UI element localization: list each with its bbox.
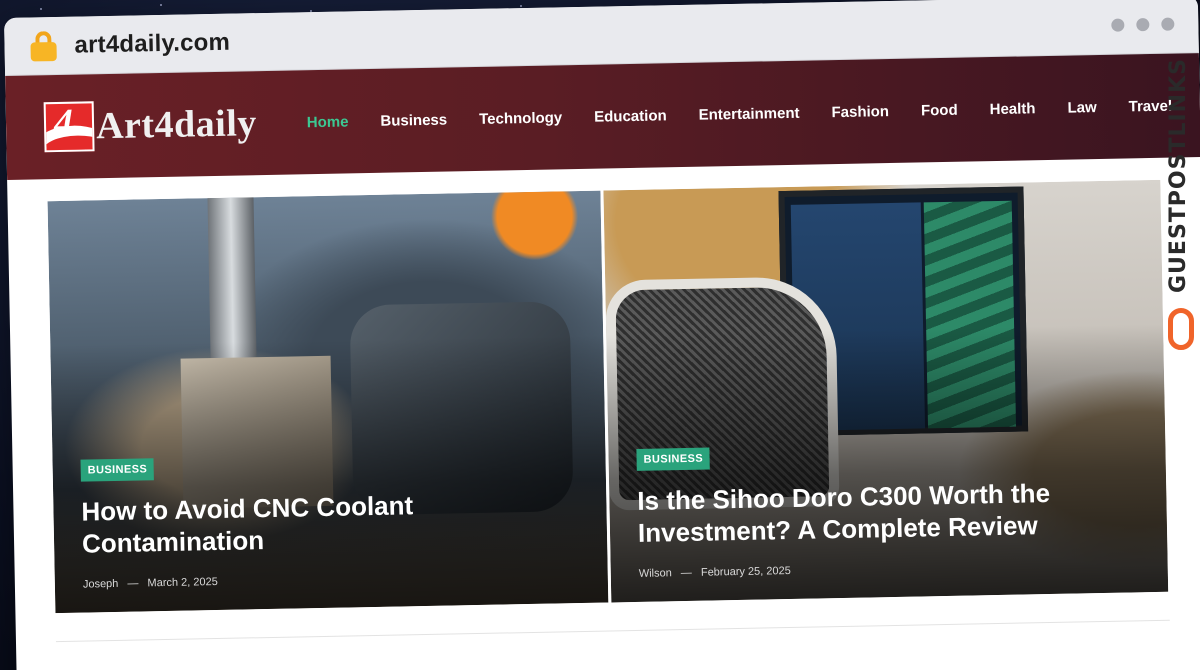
browser-window: art4daily.com 4 Art4daily Home Business … (4, 0, 1200, 670)
main-nav: Home Business Technology Education Enter… (307, 97, 1173, 131)
nav-item-law[interactable]: Law (1067, 99, 1097, 117)
logo-text: Art4daily (95, 102, 258, 148)
nav-item-home[interactable]: Home (307, 113, 349, 131)
logo-mark-icon: 4 (43, 101, 95, 153)
featured-post-card[interactable]: BUSINESS How to Avoid CNC Coolant Contam… (47, 190, 609, 614)
category-badge[interactable]: BUSINESS (636, 447, 711, 471)
nav-item-entertainment[interactable]: Entertainment (699, 104, 800, 123)
window-dot-icon[interactable] (1136, 18, 1150, 32)
post-date: March 2, 2025 (147, 576, 218, 590)
lock-icon (30, 30, 57, 61)
site-logo[interactable]: 4 Art4daily (43, 98, 258, 153)
content-divider (55, 619, 1170, 643)
address-bar-url[interactable]: art4daily.com (74, 28, 230, 59)
window-controls (1111, 17, 1175, 32)
nav-item-technology[interactable]: Technology (479, 109, 562, 128)
guestpostlinks-watermark: GUESTPOSTLINKS (1160, 58, 1200, 358)
category-badge[interactable]: BUSINESS (80, 457, 155, 482)
post-title[interactable]: How to Avoid CNC Coolant Contamination (81, 485, 587, 560)
post-author[interactable]: Wilson (639, 567, 672, 580)
logo-number: 4 (53, 101, 74, 145)
post-author[interactable]: Joseph (83, 578, 119, 591)
nav-item-food[interactable]: Food (921, 101, 958, 119)
post-title[interactable]: Is the Sihoo Doro C300 Worth the Investm… (637, 475, 1147, 550)
nav-item-business[interactable]: Business (380, 111, 447, 129)
nav-item-fashion[interactable]: Fashion (831, 103, 889, 121)
meta-separator: — (680, 566, 692, 580)
nav-item-education[interactable]: Education (594, 107, 667, 125)
featured-post-card[interactable]: BUSINESS Is the Sihoo Doro C300 Worth th… (603, 179, 1169, 603)
watermark-text: GUESTPOSTLINKS (1166, 58, 1191, 293)
hero-featured-posts: BUSINESS How to Avoid CNC Coolant Contam… (7, 157, 1200, 614)
meta-separator: — (127, 577, 139, 590)
post-date: February 25, 2025 (700, 564, 791, 579)
window-dot-icon[interactable] (1111, 18, 1125, 32)
window-dot-icon[interactable] (1161, 17, 1175, 31)
nav-item-health[interactable]: Health (989, 100, 1035, 118)
link-icon (1168, 308, 1194, 350)
